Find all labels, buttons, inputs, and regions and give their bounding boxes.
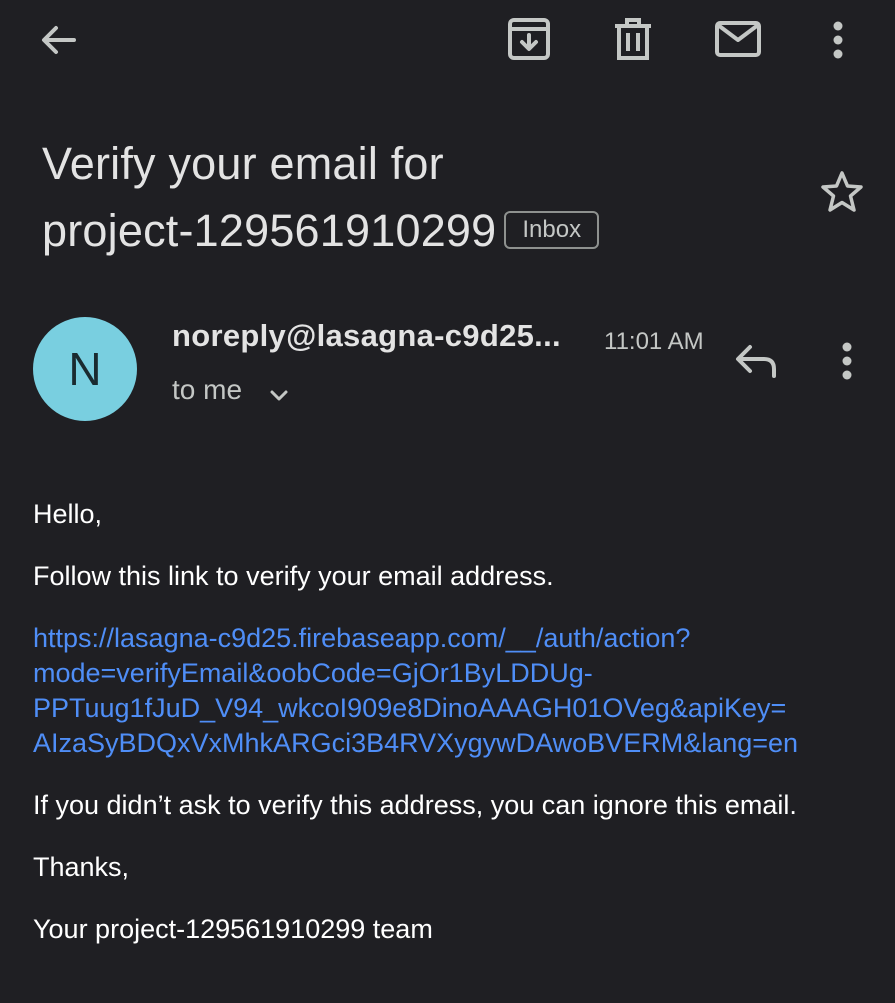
body-instruction: Follow this link to verify your email ad… [33,561,554,591]
star-button[interactable] [818,168,866,216]
more-vert-icon [833,21,843,59]
sender-avatar[interactable]: N [33,317,137,421]
body-signature: Your project-129561910299 team [33,914,433,944]
link-line-3[interactable]: PPTuug1fJuD_V94_wkcoI909e8DinoAAAGH01OVe… [33,693,786,723]
link-line-2[interactable]: mode=verifyEmail&oobCode=GjOr1ByLDDUg- [33,658,593,688]
archive-button[interactable] [504,14,554,64]
label-badge[interactable]: Inbox [504,211,600,249]
star-icon [821,171,863,212]
more-options-button[interactable] [818,14,858,66]
reply-icon [736,345,776,378]
verification-link-block: https://lasagna-c9d25.firebaseapp.com/__… [33,621,863,761]
message-more-button[interactable] [830,336,864,386]
recipient-label[interactable]: to me [172,374,242,406]
back-button[interactable] [34,16,82,64]
archive-icon [508,18,550,60]
email-body: Hello, Follow this link to verify your e… [33,497,863,974]
link-line-4[interactable]: AIzaSyBDQxVxMhkARGci3B4RVXygywDAwoBVERM&… [33,728,798,758]
mark-unread-button[interactable] [712,14,764,64]
reply-button[interactable] [730,338,782,384]
verification-link[interactable]: https://lasagna-c9d25.firebaseapp.com/__… [33,623,798,758]
body-greeting: Hello, [33,499,103,529]
delete-button[interactable] [608,14,658,64]
body-ignore-note: If you didn’t ask to verify this address… [33,790,797,820]
subject-line-2: project-129561910299 [42,205,497,256]
recipient-details-toggle[interactable] [266,382,292,408]
trash-icon [615,18,651,60]
sender-name[interactable]: noreply@lasagna-c9d25... [172,318,561,354]
email-subject: Verify your email for project-1295619102… [42,130,802,264]
subject-line-1: Verify your email for [42,138,444,189]
link-line-1[interactable]: https://lasagna-c9d25.firebaseapp.com/__… [33,623,690,653]
received-time: 11:01 AM [604,328,704,355]
body-signoff: Thanks, [33,852,130,882]
arrow-back-icon [42,26,76,54]
mail-icon [715,21,761,57]
chevron-down-icon [270,390,288,401]
more-vert-icon [842,342,852,380]
